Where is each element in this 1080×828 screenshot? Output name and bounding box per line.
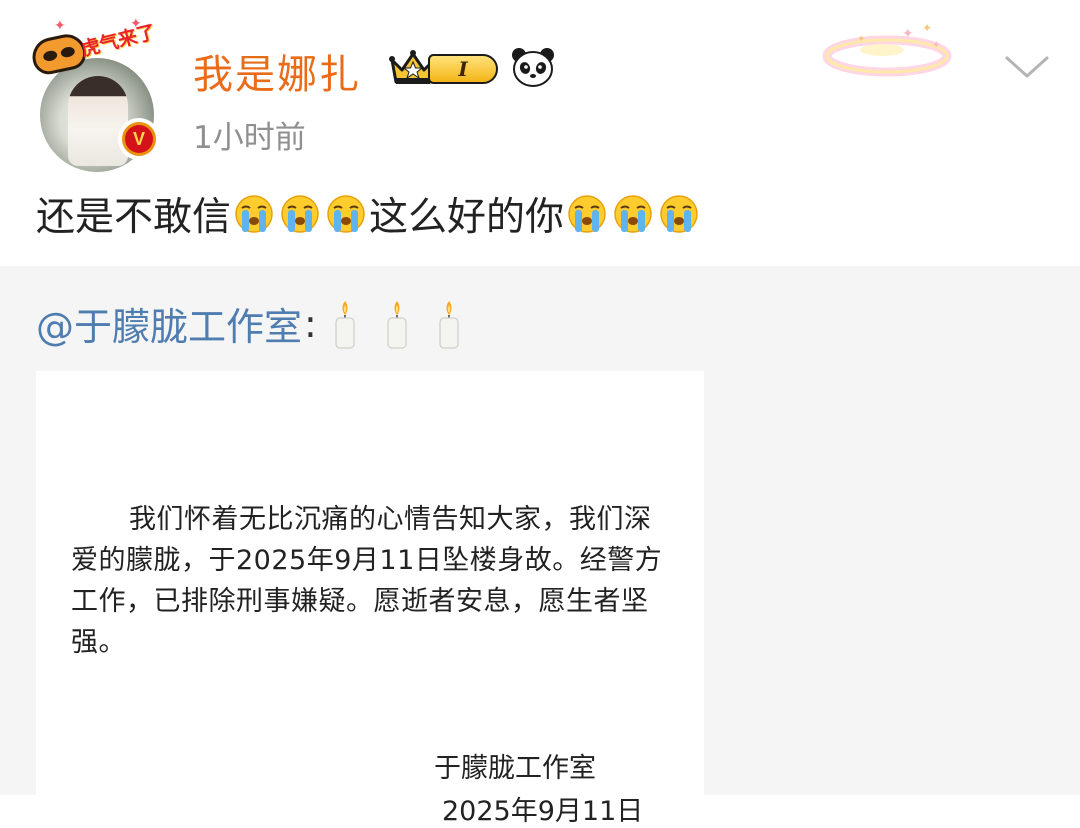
announcement-signature: 于朦胧工作室 [434, 753, 596, 784]
svg-text:✦: ✦ [857, 34, 865, 45]
svg-text:✦: ✦ [922, 21, 932, 35]
repost-card[interactable]: @于朦胧工作室 : 我们怀着无比沉痛的心情告知大家，我们深爱的朦胧，于2025年… [0, 266, 1080, 827]
avatar-frame-text: 虎气来了 [78, 21, 158, 61]
post-text-part: 这么好的你 [369, 195, 565, 240]
crying-face-emoji [614, 195, 652, 233]
member-level-badge[interactable]: I [388, 46, 500, 90]
announcement-image[interactable]: 我们怀着无比沉痛的心情告知大家，我们深爱的朦胧，于2025年9月11日坠楼身故。… [36, 371, 704, 827]
svg-text:✦: ✦ [932, 40, 940, 51]
candle-icon [335, 300, 355, 349]
repost-colon: : [304, 301, 317, 346]
level-number: I [458, 57, 468, 81]
candle-icon [387, 300, 407, 349]
halo-ring-sticker: ✦ ✦ ✦ ✦ [822, 21, 952, 77]
crying-face-emoji [327, 195, 365, 233]
repost-header: @于朦胧工作室 : [36, 296, 475, 351]
sparkle-icon: ✦ [54, 18, 66, 34]
post-timestamp: 1小时前 [193, 120, 306, 156]
svg-text:✦: ✦ [902, 26, 914, 42]
candle-icon [439, 300, 459, 349]
crying-face-emoji [660, 195, 698, 233]
username[interactable]: 我是娜扎 [193, 42, 361, 100]
avatar-photo-figure [68, 76, 128, 166]
avatar-frame-decoration: 虎气来了 [28, 21, 158, 78]
crying-face-emoji [235, 195, 273, 233]
verified-mark: V [125, 125, 153, 153]
sparkle-icon: ✦ [130, 16, 142, 32]
crying-face-emoji [568, 195, 606, 233]
verified-v-badge-icon: V [118, 118, 160, 160]
mention-link[interactable]: @于朦胧工作室 [36, 296, 302, 351]
crying-face-emoji [281, 195, 319, 233]
post-text-part: 还是不敢信 [36, 195, 232, 240]
level-pill: I [428, 54, 498, 84]
weibo-post: 虎气来了 ✦ ✦ V 我是娜扎 I 1小时前 ✦ ✦ ✦ ✦ 还是不敢信 这么好… [0, 0, 1080, 266]
avatar-group[interactable]: 虎气来了 ✦ ✦ V [28, 16, 165, 172]
panda-icon[interactable] [511, 46, 555, 88]
announcement-body: 我们怀着无比沉痛的心情告知大家，我们深爱的朦胧，于2025年9月11日坠楼身故。… [71, 504, 663, 658]
chevron-down-icon[interactable] [1003, 48, 1051, 84]
post-text: 还是不敢信 这么好的你 [36, 186, 702, 242]
